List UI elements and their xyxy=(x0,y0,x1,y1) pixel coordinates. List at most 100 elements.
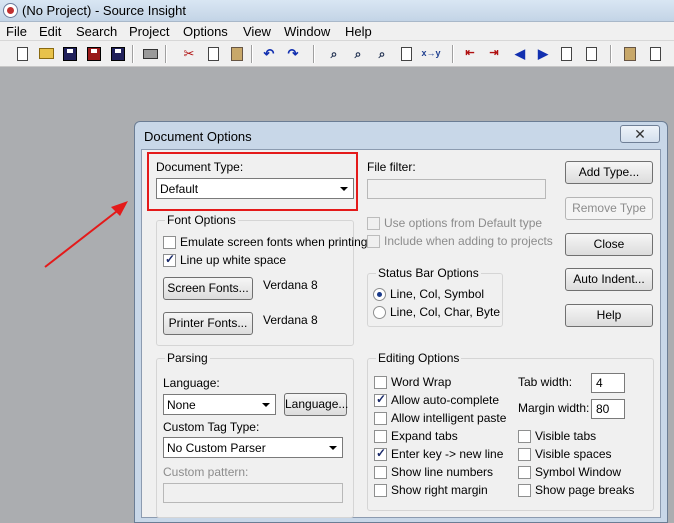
show-line-numbers-checkbox[interactable]: Show line numbers xyxy=(374,465,493,480)
allow-auto-complete-checkbox[interactable]: Allow auto-complete xyxy=(374,392,499,408)
jump-next-icon[interactable]: ⇥ xyxy=(485,45,503,62)
show-right-margin-checkbox[interactable]: Show right margin xyxy=(374,483,488,498)
remove-type-button[interactable]: Remove Type xyxy=(565,197,653,220)
checkbox-label: Visible spaces xyxy=(535,447,612,461)
undo-icon[interactable]: ↶ xyxy=(260,45,278,62)
include-adding-projects-checkbox[interactable]: Include when adding to projects xyxy=(367,234,553,249)
language-label: Language: xyxy=(163,376,220,390)
search-icon[interactable]: ⌕ xyxy=(325,45,343,62)
checkbox-label: Show line numbers xyxy=(391,465,494,479)
tab-width-input[interactable]: 4 xyxy=(591,373,625,393)
checkbox-box xyxy=(374,484,387,497)
close-icon[interactable]: ✕ xyxy=(620,125,660,143)
save-icon[interactable] xyxy=(61,45,79,62)
cut-icon[interactable]: ✂ xyxy=(180,45,198,62)
symbol-window-icon[interactable] xyxy=(646,45,664,62)
bookmark-list-icon[interactable] xyxy=(582,45,600,62)
menu-options[interactable]: Options xyxy=(183,24,228,39)
emulate-screen-fonts-checkbox[interactable]: Emulate screen fonts when printing xyxy=(163,235,367,250)
status-bar-options-title: Status Bar Options xyxy=(376,266,481,280)
app-title: (No Project) - Source Insight xyxy=(22,3,187,18)
show-page-breaks-checkbox[interactable]: Show page breaks xyxy=(518,483,634,498)
open-folder-icon[interactable] xyxy=(37,45,55,62)
project-window-icon[interactable] xyxy=(621,45,639,62)
visible-tabs-checkbox[interactable]: Visible tabs xyxy=(518,429,598,444)
word-wrap-checkbox[interactable]: Word Wrap xyxy=(374,375,474,390)
menu-project[interactable]: Project xyxy=(129,24,169,39)
checkbox-label: Use options from Default type xyxy=(384,216,543,230)
menu-file[interactable]: File xyxy=(6,24,27,39)
printer-fonts-button[interactable]: Printer Fonts... xyxy=(163,312,253,335)
menu-view[interactable]: View xyxy=(243,24,271,39)
lookup-references-icon[interactable] xyxy=(397,45,415,62)
checkbox-label: Allow intelligent paste xyxy=(391,411,507,425)
app-title-bar: (No Project) - Source Insight xyxy=(0,0,674,22)
replace-icon[interactable]: x→y xyxy=(420,45,442,62)
expand-tabs-checkbox[interactable]: Expand tabs xyxy=(374,429,474,444)
margin-width-input[interactable]: 80 xyxy=(591,399,625,419)
auto-indent-button[interactable]: Auto Indent... xyxy=(565,268,653,291)
menu-window[interactable]: Window xyxy=(284,24,330,39)
save-all-icon[interactable] xyxy=(85,45,103,62)
screen-font-value: Verdana 8 xyxy=(263,278,318,292)
custom-tag-type-label: Custom Tag Type: xyxy=(163,420,260,434)
custom-tag-type-dropdown[interactable]: No Custom Parser xyxy=(163,437,343,458)
print-icon[interactable] xyxy=(141,45,159,62)
menu-search[interactable]: Search xyxy=(76,24,117,39)
jump-prev-icon[interactable]: ⇤ xyxy=(461,45,479,62)
help-button[interactable]: Help xyxy=(565,304,653,327)
toolbar-separator xyxy=(610,45,612,63)
checkbox-label: Show page breaks xyxy=(535,483,635,497)
language-button[interactable]: Language... xyxy=(284,393,348,416)
symbol-window-checkbox[interactable]: Symbol Window xyxy=(518,465,621,480)
checkbox-box xyxy=(518,466,531,479)
checkbox-box xyxy=(518,484,531,497)
search-files-icon[interactable]: ⌕ xyxy=(349,45,367,62)
toolbar-separator xyxy=(132,45,134,63)
close-button[interactable]: Close xyxy=(565,233,653,256)
toolbar-separator xyxy=(165,45,167,63)
radio-line-col-symbol[interactable]: Line, Col, Symbol xyxy=(373,287,493,302)
visible-spaces-checkbox[interactable]: Visible spaces xyxy=(518,447,612,462)
paste-icon[interactable] xyxy=(228,45,246,62)
language-dropdown[interactable]: None xyxy=(163,394,276,415)
menu-help[interactable]: Help xyxy=(345,24,372,39)
new-file-icon[interactable] xyxy=(13,45,31,62)
radio-button xyxy=(373,288,386,301)
menu-edit[interactable]: Edit xyxy=(39,24,61,39)
checkbox-box xyxy=(518,430,531,443)
parsing-title: Parsing xyxy=(165,351,210,365)
toolbar-separator xyxy=(452,45,454,63)
enter-key-new-line-checkbox[interactable]: Enter key -> new line xyxy=(374,446,503,462)
parsing-group: Parsing Language: None Language... Custo… xyxy=(156,351,354,518)
use-default-options-checkbox[interactable]: Use options from Default type xyxy=(367,216,542,231)
screen-fonts-button[interactable]: Screen Fonts... xyxy=(163,277,253,300)
editing-options-group: Editing Options Word Wrap Allow auto-com… xyxy=(367,351,654,511)
checkbox-box xyxy=(518,448,531,461)
go-back-icon[interactable]: ◀ xyxy=(511,45,529,62)
annotation-arrow-line xyxy=(44,207,122,268)
close-file-icon[interactable] xyxy=(109,45,127,62)
file-filter-label: File filter: xyxy=(367,160,416,174)
search-project-icon[interactable]: ⌕ xyxy=(373,45,391,62)
allow-intelligent-paste-checkbox[interactable]: Allow intelligent paste xyxy=(374,411,507,426)
line-up-white-space-checkbox[interactable]: Line up white space xyxy=(163,252,286,268)
bookmark-icon[interactable] xyxy=(557,45,575,62)
checkbox-label: Include when adding to projects xyxy=(384,234,553,248)
checkbox-label: Emulate screen fonts when printing xyxy=(180,235,368,249)
tab-width-label: Tab width: xyxy=(518,375,573,389)
checkbox-box xyxy=(374,466,387,479)
dialog-body: Document Type: Default File filter: Use … xyxy=(141,149,661,518)
go-forward-icon[interactable]: ▶ xyxy=(534,45,552,62)
file-filter-input[interactable] xyxy=(367,179,546,199)
custom-pattern-input[interactable] xyxy=(163,483,343,503)
checkbox-box xyxy=(374,412,387,425)
add-type-button[interactable]: Add Type... xyxy=(565,161,653,184)
radio-button xyxy=(373,306,386,319)
copy-icon[interactable] xyxy=(204,45,222,62)
redo-icon[interactable]: ↷ xyxy=(284,45,302,62)
radio-line-col-char-byte[interactable]: Line, Col, Char, Byte xyxy=(373,305,500,320)
highlight-box xyxy=(147,152,358,211)
checkbox-box xyxy=(374,446,387,461)
checkbox-label: Enter key -> new line xyxy=(391,447,504,461)
